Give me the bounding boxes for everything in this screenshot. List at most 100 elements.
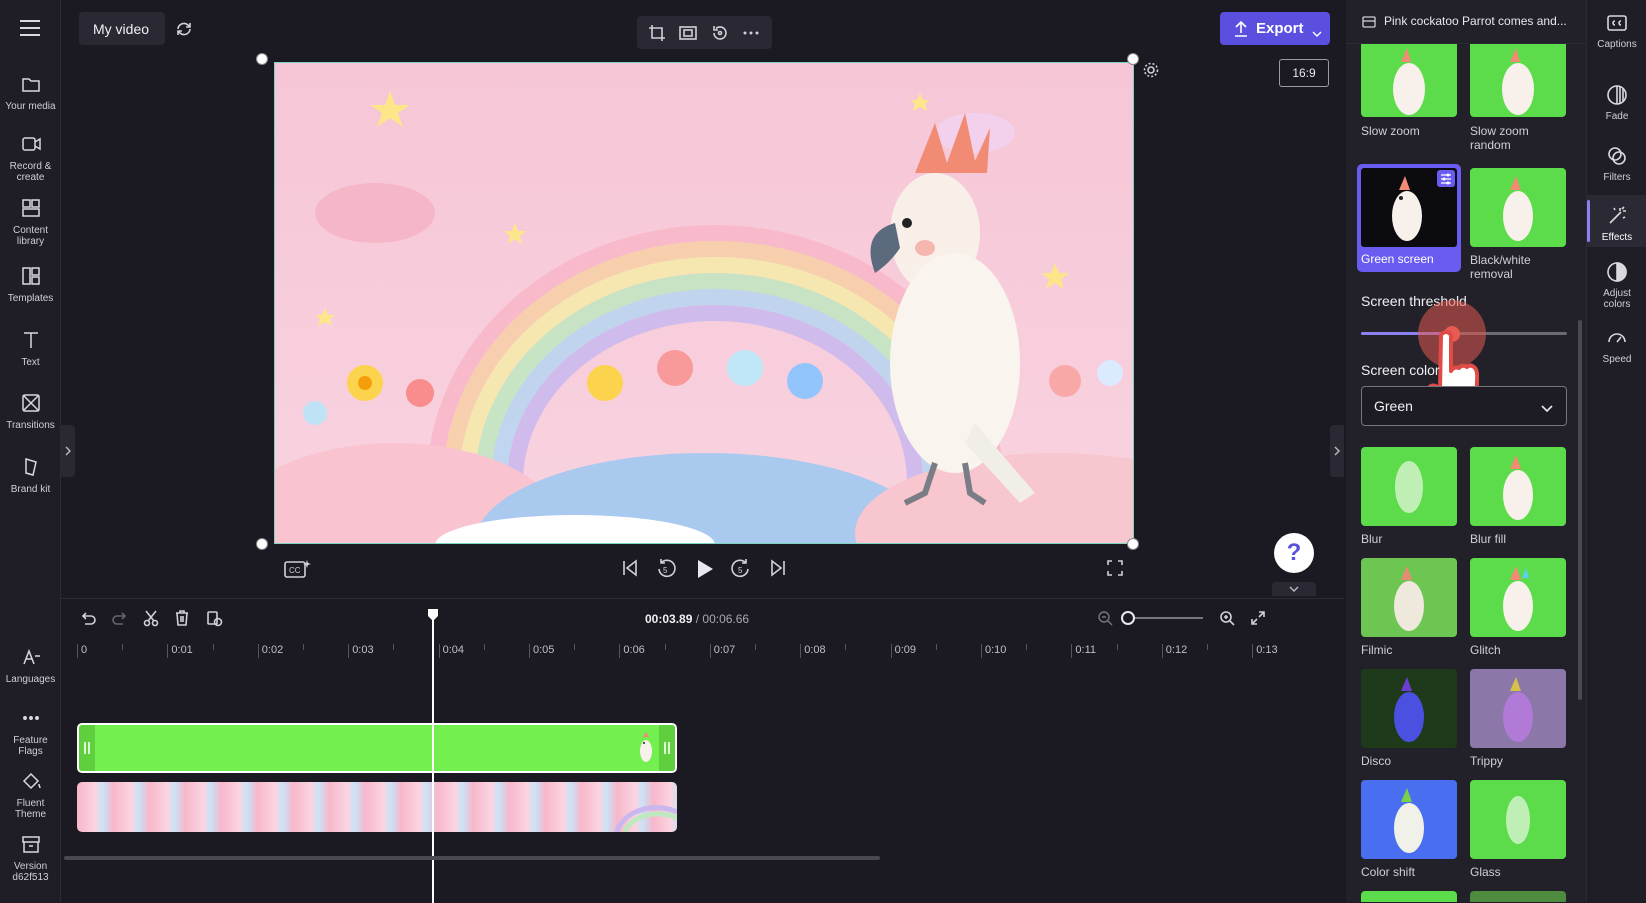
effect-slow-zoom[interactable] bbox=[1361, 44, 1457, 117]
ruler-minor-tick bbox=[212, 644, 214, 650]
ruler-minor-tick bbox=[1207, 644, 1208, 650]
transitions-icon bbox=[20, 392, 42, 414]
effect-glitch[interactable] bbox=[1470, 558, 1566, 637]
sync-icon[interactable] bbox=[173, 18, 195, 40]
upload-icon bbox=[1233, 20, 1249, 43]
effect-trippy[interactable] bbox=[1470, 669, 1566, 748]
clip-trim-handle-right[interactable] bbox=[659, 725, 675, 771]
effects-panel: Pink cockatoo Parrot comes and... Slow z… bbox=[1346, 0, 1586, 902]
resize-handle-bl[interactable] bbox=[256, 538, 268, 550]
export-button[interactable]: Export bbox=[1220, 12, 1330, 45]
rail-captions[interactable]: Captions bbox=[1587, 12, 1646, 50]
svg-text:5: 5 bbox=[663, 566, 668, 575]
ruler-tick-label: 0:06 bbox=[623, 644, 645, 656]
effect-slow-zoom-random[interactable] bbox=[1470, 44, 1566, 117]
screen-color-dropdown[interactable]: Green bbox=[1361, 386, 1567, 426]
skip-to-start-icon[interactable] bbox=[620, 558, 640, 583]
crop-icon[interactable] bbox=[647, 23, 667, 48]
nav-content-library[interactable]: Content library bbox=[0, 197, 61, 247]
edit-toolbar bbox=[637, 16, 772, 49]
collapse-left-panel-chevron[interactable] bbox=[61, 425, 75, 477]
ruler-tick-label: 0:02 bbox=[261, 644, 284, 656]
timeline: 00:03.89 / 00:06.66 0 0:01 0:02 0:03 0:04 0:0… bbox=[61, 598, 1344, 903]
nav-your-media[interactable]: Your media bbox=[0, 73, 61, 112]
forward-5-icon[interactable]: 5 bbox=[730, 558, 752, 585]
help-button[interactable]: ? bbox=[1274, 533, 1314, 573]
adjust-effect-icon[interactable] bbox=[1437, 170, 1455, 187]
video-preview[interactable] bbox=[274, 62, 1134, 544]
chevron-down-icon bbox=[1312, 25, 1322, 43]
rail-speed[interactable]: Speed bbox=[1587, 327, 1646, 365]
fit-icon[interactable] bbox=[678, 23, 698, 48]
effect-black-white-removal[interactable] bbox=[1470, 168, 1566, 247]
green-screen-clip[interactable] bbox=[77, 723, 677, 773]
effect-green-screen[interactable]: Green screen bbox=[1357, 164, 1461, 272]
effect-color-shift[interactable] bbox=[1361, 780, 1457, 859]
effect-glass[interactable] bbox=[1470, 780, 1566, 859]
nav-label: Text bbox=[21, 357, 40, 368]
skip-to-end-icon[interactable] bbox=[768, 558, 788, 583]
effect-next-row[interactable] bbox=[1361, 891, 1457, 902]
nav-templates[interactable]: Templates bbox=[0, 265, 61, 304]
rail-label: Adjust colors bbox=[1603, 288, 1631, 310]
ruler-tick bbox=[529, 644, 530, 658]
nav-label: Transitions bbox=[6, 420, 55, 431]
effect-label: Slow zoom random bbox=[1470, 124, 1529, 152]
text-icon bbox=[20, 329, 42, 351]
ruler-tick bbox=[167, 644, 169, 658]
right-rail: Captions Fade Filters Effects Adjust col… bbox=[1586, 0, 1646, 902]
resize-handle-br[interactable] bbox=[1127, 538, 1139, 550]
ruler-tick bbox=[1161, 644, 1163, 658]
nav-fluent-theme[interactable]: Fluent Theme bbox=[0, 770, 61, 820]
collapse-preview-chevron[interactable] bbox=[1272, 582, 1316, 596]
settings-gear-icon[interactable] bbox=[1142, 61, 1160, 84]
background-clip[interactable] bbox=[77, 782, 677, 832]
rail-fade[interactable]: Fade bbox=[1587, 84, 1646, 122]
nav-record-create[interactable]: Record & create bbox=[0, 133, 61, 183]
effect-label: Black/white removal bbox=[1470, 253, 1531, 281]
captions-icon bbox=[1607, 15, 1627, 31]
rail-filters[interactable]: Filters bbox=[1587, 145, 1646, 183]
captions-ai-button[interactable]: CC bbox=[283, 558, 311, 585]
more-options-icon[interactable] bbox=[741, 23, 761, 48]
resize-handle-tr[interactable] bbox=[1127, 53, 1139, 65]
effect-next-row[interactable] bbox=[1470, 891, 1566, 902]
rail-adjust-colors[interactable]: Adjust colors bbox=[1587, 261, 1646, 310]
effect-label: Glitch bbox=[1470, 643, 1501, 657]
ruler-tick bbox=[890, 644, 892, 658]
resize-handle-tl[interactable] bbox=[256, 53, 268, 65]
rewind-5-icon[interactable]: 5 bbox=[655, 558, 677, 585]
ruler-tick-label: 0:13 bbox=[1256, 644, 1278, 656]
project-title-field[interactable]: My video bbox=[79, 12, 165, 45]
nav-transitions[interactable]: Transitions bbox=[0, 392, 61, 431]
ruler-minor-tick bbox=[1116, 644, 1118, 650]
screen-color-value: Green bbox=[1374, 398, 1413, 414]
export-label: Export bbox=[1256, 20, 1304, 37]
clip-trim-handle-left[interactable] bbox=[79, 725, 95, 771]
chevron-down-icon bbox=[1540, 401, 1554, 419]
aspect-ratio-button[interactable]: 16:9 bbox=[1279, 59, 1329, 87]
timeline-ruler[interactable]: 0 0:01 0:02 0:03 0:04 0:05 0:06 0:07 0:08 0:09 0:1… bbox=[61, 599, 1344, 669]
clip-title-bar: Pink cockatoo Parrot comes and... bbox=[1346, 0, 1586, 44]
fullscreen-icon[interactable] bbox=[1106, 559, 1124, 582]
effects-scrollbar[interactable] bbox=[1578, 320, 1582, 700]
effect-label: Glass bbox=[1470, 865, 1501, 879]
nav-languages[interactable]: Languages bbox=[0, 646, 61, 685]
nav-feature-flags[interactable]: Feature Flags bbox=[0, 707, 61, 757]
nav-text[interactable]: Text bbox=[0, 329, 61, 368]
timeline-scrollbar[interactable] bbox=[64, 856, 880, 860]
ruler-tick bbox=[619, 644, 621, 658]
rotate-icon[interactable] bbox=[710, 23, 730, 48]
ruler-tick-label: 0:09 bbox=[894, 644, 917, 656]
play-button[interactable] bbox=[694, 557, 716, 586]
screen-color-label: Screen color bbox=[1361, 362, 1440, 378]
effect-blur[interactable] bbox=[1361, 447, 1457, 526]
nav-brand-kit[interactable]: Brand kit bbox=[0, 456, 61, 495]
effect-label: Green screen bbox=[1361, 252, 1434, 266]
effect-filmic[interactable] bbox=[1361, 558, 1457, 637]
collapse-right-panel-chevron[interactable] bbox=[1330, 425, 1344, 477]
menu-icon[interactable] bbox=[19, 19, 41, 37]
effect-blur-fill[interactable] bbox=[1470, 447, 1566, 526]
rail-effects[interactable]: Effects bbox=[1587, 205, 1646, 243]
effect-disco[interactable] bbox=[1361, 669, 1457, 748]
